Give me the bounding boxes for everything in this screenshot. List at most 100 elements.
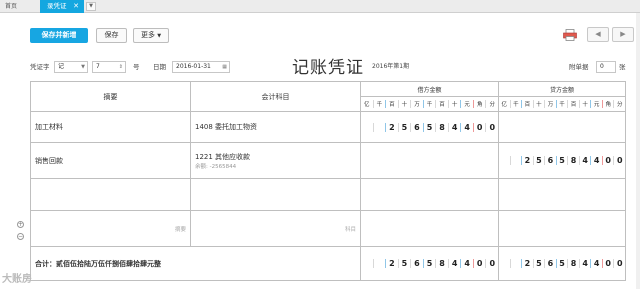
amount-digit: 千 xyxy=(424,100,437,108)
amount-digit: 角 xyxy=(474,100,487,108)
calendar-icon[interactable]: ▦ xyxy=(222,62,227,72)
remove-row-icon[interactable]: − xyxy=(17,233,24,240)
credit-cell[interactable]: 256584400 xyxy=(498,142,626,179)
amount-digit: 4 xyxy=(580,156,592,165)
amount-digit: 0 xyxy=(474,259,487,268)
account-cell[interactable]: 1408 委托加工物资 xyxy=(190,111,361,143)
amount-digit: 5 xyxy=(557,259,569,268)
amount-digit: 十 xyxy=(399,100,412,108)
more-dropdown-button[interactable]: 更多 ▼ xyxy=(133,28,169,43)
tab-bar: 首页 录凭证 ✕ ▼ xyxy=(0,0,640,13)
prev-voucher-button[interactable]: ◀ xyxy=(587,27,609,42)
amount-digit: 千 xyxy=(557,100,569,108)
amount-digit: 8 xyxy=(568,259,580,268)
summary-cell[interactable] xyxy=(30,178,191,211)
summary-text: 销售回款 xyxy=(35,156,63,165)
voucher-number-stepper[interactable]: 7 ⇕ xyxy=(92,61,126,73)
account-text: 1221 其他应收款 xyxy=(195,152,251,161)
debit-digit-units: 亿千百十万千百十元角分 xyxy=(361,100,498,108)
account-text: 1408 委托加工物资 xyxy=(195,123,258,131)
amount-digit: 5 xyxy=(424,259,437,268)
table-row: 加工材料 1408 委托加工物资 256584400 xyxy=(30,111,626,143)
print-icon[interactable] xyxy=(563,29,577,41)
amount-digit: 万 xyxy=(545,100,557,108)
amount-digit: 百 xyxy=(522,100,534,108)
summary-placeholder: 摘要 xyxy=(174,226,186,233)
date-value: 2016-01-31 xyxy=(176,63,211,70)
attachments-input[interactable]: 0 xyxy=(596,61,616,73)
amount-digit: 元 xyxy=(591,100,603,108)
close-icon[interactable]: ✕ xyxy=(73,0,79,13)
voucher-word-select[interactable]: 记 ▼ xyxy=(54,61,88,73)
amount-digit xyxy=(499,259,511,268)
amount-digit: 4 xyxy=(449,259,462,268)
amount-digit xyxy=(374,259,387,268)
summary-cell[interactable]: 加工材料 xyxy=(30,111,191,143)
voucher-word-label: 凭证字 xyxy=(30,63,50,71)
credit-cell[interactable] xyxy=(498,111,626,143)
account-cell[interactable] xyxy=(190,178,361,211)
more-label: 更多 xyxy=(140,31,155,39)
amount-digit: 0 xyxy=(616,156,623,165)
scrollbar[interactable] xyxy=(636,13,640,289)
account-balance-note: 余额: -2565844 xyxy=(195,163,237,170)
amount-digit: 4 xyxy=(461,259,474,268)
amount-digit: 4 xyxy=(580,259,592,268)
credit-cell[interactable] xyxy=(498,210,626,247)
debit-cell[interactable] xyxy=(360,210,499,247)
save-button[interactable]: 保存 xyxy=(96,28,127,43)
next-voucher-button[interactable]: ▶ xyxy=(612,27,634,42)
amount-digit: 6 xyxy=(545,259,557,268)
total-row: 合计：贰佰伍拾陆万伍仟捌佰肆拾肆元整 256584400 256584400 xyxy=(30,246,626,281)
debit-cell[interactable] xyxy=(360,178,499,211)
header-credit: 贷方金额 xyxy=(498,81,626,97)
amount-digit: 8 xyxy=(568,156,580,165)
amount-digit: 0 xyxy=(603,156,615,165)
save-and-new-button[interactable]: 保存并新增 xyxy=(30,28,88,43)
debit-amount: 256584400 xyxy=(361,122,498,132)
amount-digit: 千 xyxy=(511,100,523,108)
amount-digit: 5 xyxy=(534,156,546,165)
total-credit: 256584400 xyxy=(499,259,625,268)
table-row xyxy=(30,178,626,211)
amount-digit: 0 xyxy=(489,122,496,132)
tab-home[interactable]: 首页 xyxy=(0,0,40,13)
amount-digit: 8 xyxy=(436,259,449,268)
amount-digit: 千 xyxy=(374,100,387,108)
amount-digit: 分 xyxy=(616,102,623,108)
attachments-label: 附单据 xyxy=(569,63,589,71)
amount-digit: 0 xyxy=(603,259,615,268)
amount-digit xyxy=(374,122,387,132)
amount-digit xyxy=(361,122,374,132)
total-debit: 256584400 xyxy=(361,259,498,268)
chevron-down-icon: ▼ xyxy=(157,33,162,39)
amount-digit: 2 xyxy=(522,156,534,165)
amount-digit: 0 xyxy=(616,259,623,268)
amount-digit xyxy=(511,156,523,165)
tab-dropdown-icon[interactable]: ▼ xyxy=(86,2,96,11)
amount-digit xyxy=(511,259,523,268)
amount-digit: 4 xyxy=(591,156,603,165)
amount-digit: 6 xyxy=(411,259,424,268)
table-row: 摘要 科目 xyxy=(30,210,626,247)
header-debit: 借方金额 xyxy=(360,81,499,97)
account-cell[interactable]: 1221 其他应收款 余额: -2565844 xyxy=(190,142,361,179)
amount-digit: 5 xyxy=(399,122,412,132)
summary-cell[interactable]: 摘要 xyxy=(30,210,191,247)
attachments-unit: 张 xyxy=(619,63,626,71)
date-field[interactable]: 2016-01-31 ▦ xyxy=(172,61,230,73)
watermark-logo: 大账房 xyxy=(2,274,32,285)
add-row-icon[interactable]: + xyxy=(17,221,24,228)
stepper-arrows-icon: ⇕ xyxy=(118,64,123,70)
account-cell[interactable]: 科目 xyxy=(190,210,361,247)
tab-voucher-entry[interactable]: 录凭证 ✕ xyxy=(40,0,84,13)
credit-cell[interactable] xyxy=(498,178,626,211)
amount-digit xyxy=(499,156,511,165)
debit-cell[interactable]: 256584400 xyxy=(360,111,499,143)
tab-voucher-entry-label: 录凭证 xyxy=(47,2,67,10)
debit-cell[interactable] xyxy=(360,142,499,179)
amount-digit: 亿 xyxy=(361,100,374,108)
summary-cell[interactable]: 销售回款 xyxy=(30,142,191,179)
amount-digit: 角 xyxy=(603,100,615,108)
voucher-table: 摘要 会计科目 借方金额 贷方金额 亿千百十万千百十元角分 亿千百十万千百十元角… xyxy=(30,81,626,281)
